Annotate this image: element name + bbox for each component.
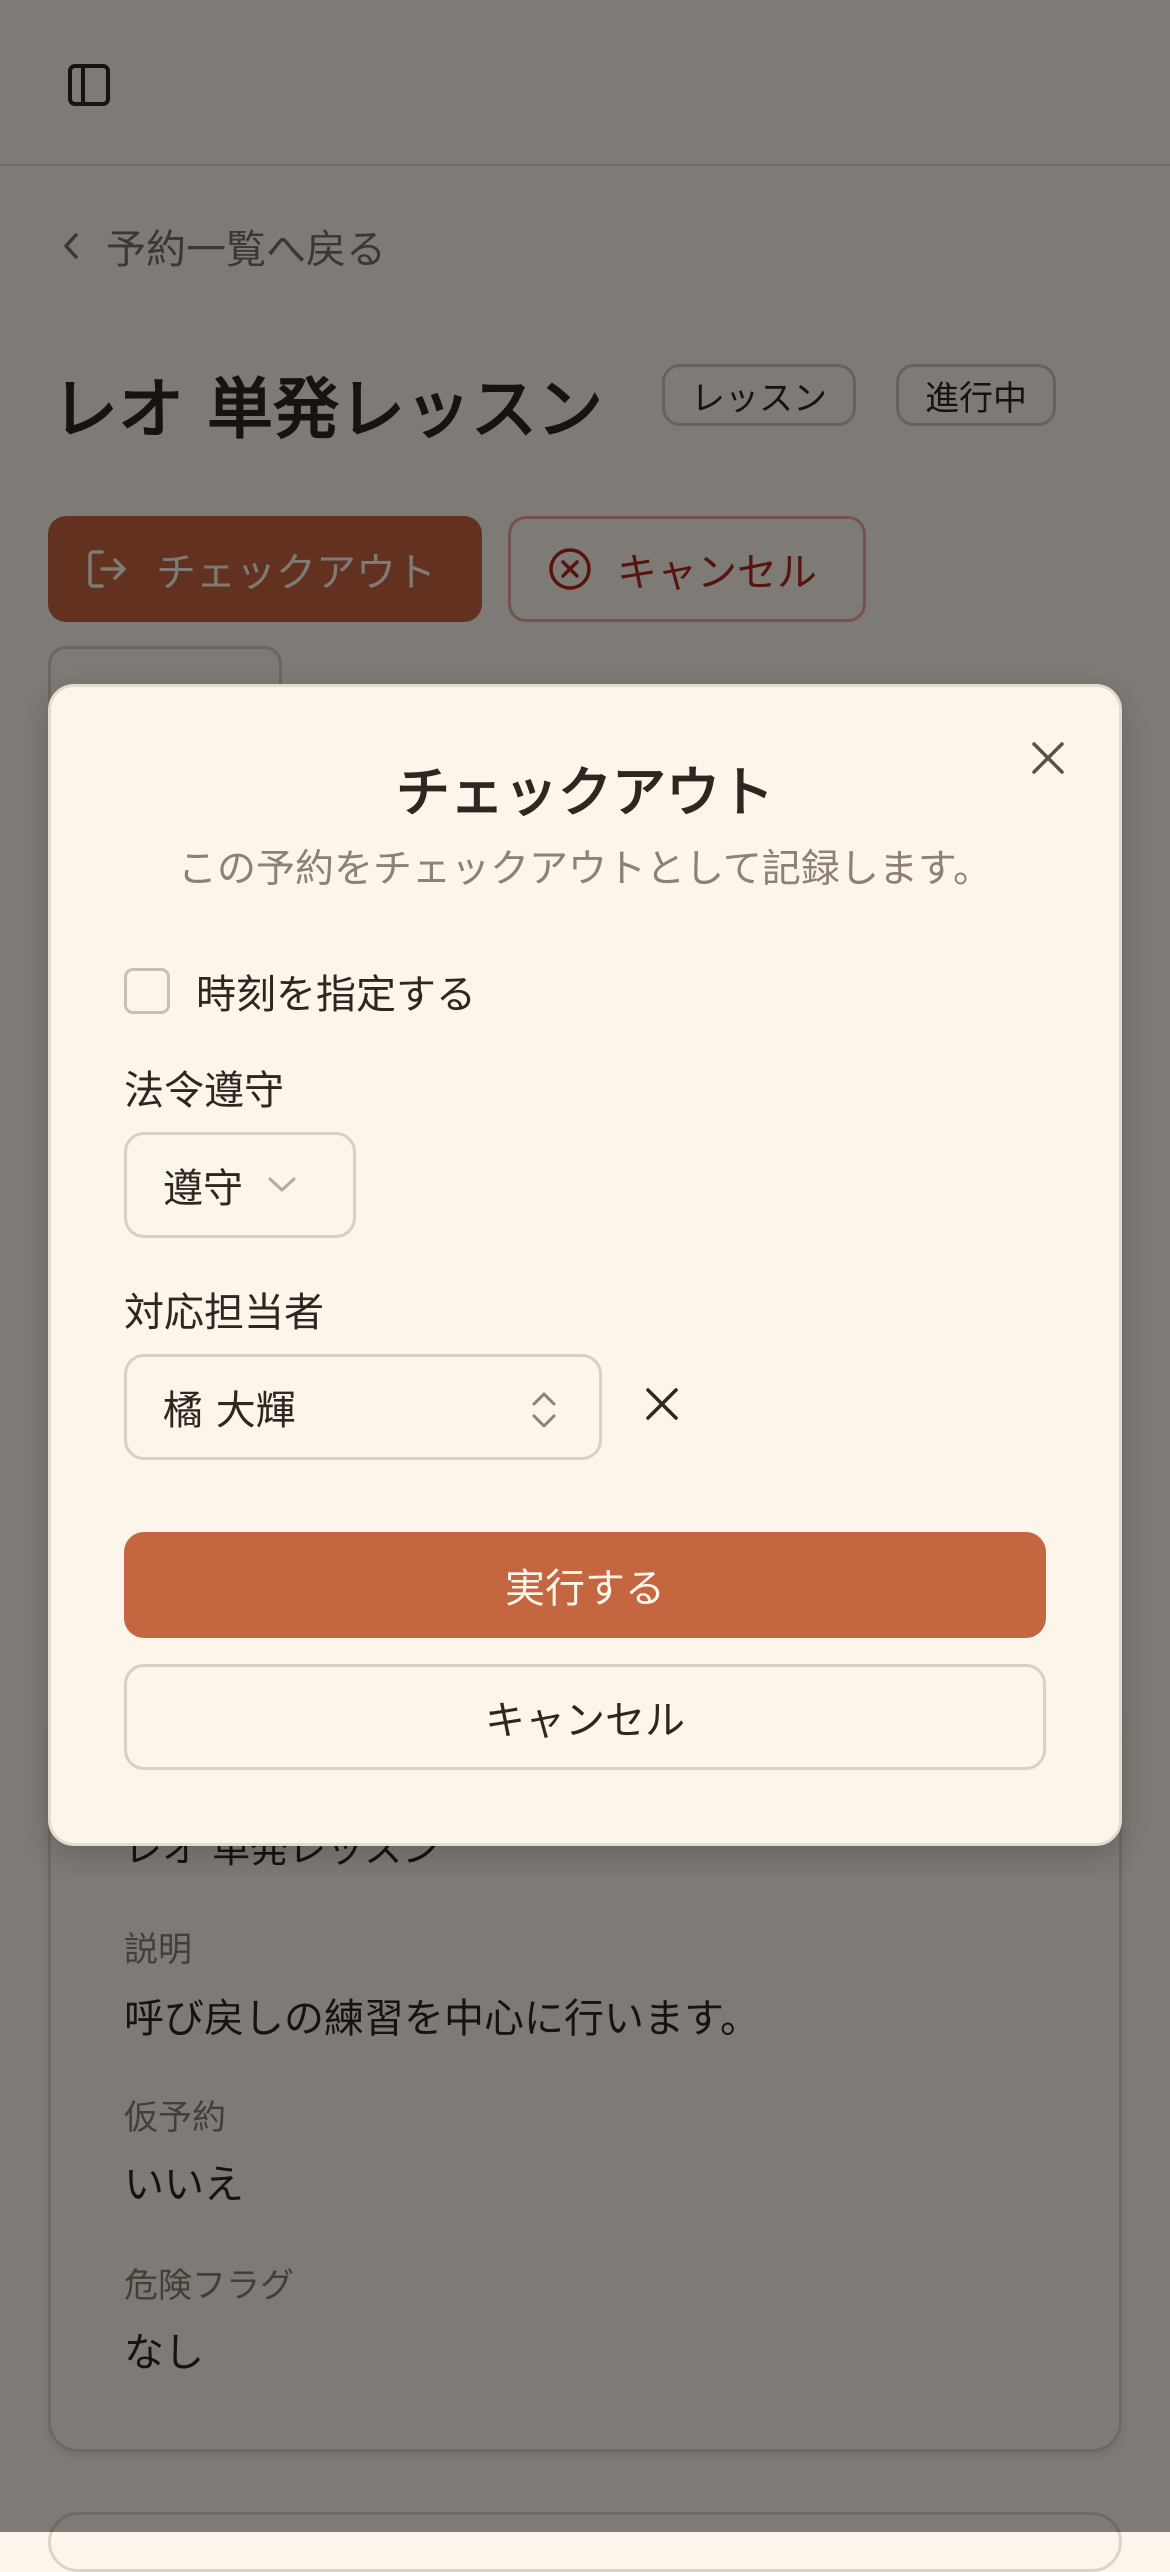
compliance-label: 法令遵守	[124, 1068, 284, 1114]
dialog-title: チェックアウト	[396, 761, 774, 824]
execute-button[interactable]: 実行する	[124, 1532, 1046, 1638]
specify-time-checkbox[interactable]	[124, 968, 170, 1014]
dialog-description: この予約をチェックアウトとして記録します。	[178, 847, 992, 892]
clear-staff-icon[interactable]	[642, 1384, 682, 1424]
staff-select[interactable]: 橘 大輝	[124, 1354, 602, 1460]
chevron-updown-icon	[532, 1392, 556, 1428]
specify-time-label[interactable]: 時刻を指定する	[196, 962, 476, 1020]
compliance-select[interactable]: 遵守	[124, 1132, 356, 1238]
chevron-down-icon	[268, 1177, 296, 1192]
dialog-cancel-button[interactable]: キャンセル	[124, 1664, 1046, 1770]
staff-label: 対応担当者	[124, 1290, 324, 1336]
compliance-value: 遵守	[163, 1166, 243, 1212]
staff-value: 橘 大輝	[163, 1388, 296, 1434]
